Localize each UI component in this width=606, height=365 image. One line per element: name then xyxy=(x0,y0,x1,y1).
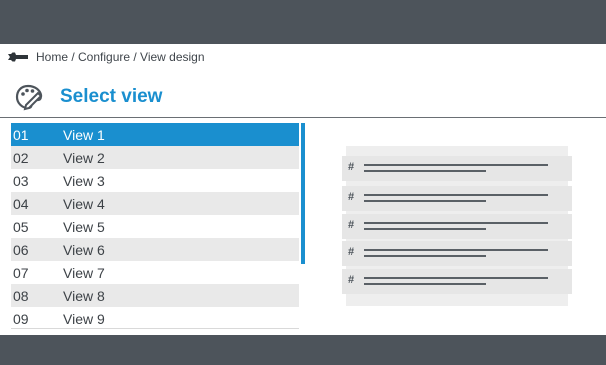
view-number: 03 xyxy=(13,172,29,189)
hash-icon: # xyxy=(348,161,355,173)
view-label: View 7 xyxy=(63,264,105,281)
view-item-1[interactable]: 01 View 1 xyxy=(11,123,299,146)
list-divider xyxy=(11,328,299,329)
view-label: View 1 xyxy=(63,126,105,143)
view-label: View 8 xyxy=(63,287,105,304)
breadcrumb-path[interactable]: Home / Configure / View design xyxy=(36,50,205,64)
view-preview: # # # # # xyxy=(342,146,572,306)
view-label: View 5 xyxy=(63,218,105,235)
page-title: Select view xyxy=(60,86,163,107)
top-bar xyxy=(0,0,606,44)
preview-line xyxy=(364,194,548,196)
view-item-5[interactable]: 05 View 5 xyxy=(11,215,299,238)
view-number: 02 xyxy=(13,149,29,166)
view-number: 04 xyxy=(13,195,29,212)
preview-line xyxy=(364,283,486,285)
hash-icon: # xyxy=(348,274,355,286)
view-number: 05 xyxy=(13,218,29,235)
view-design-icon xyxy=(15,84,43,111)
view-number: 09 xyxy=(13,310,29,327)
hash-icon: # xyxy=(348,191,355,203)
view-item-6[interactable]: 06 View 6 xyxy=(11,238,299,261)
view-label: View 9 xyxy=(63,310,105,327)
hash-icon: # xyxy=(348,219,355,231)
view-number: 06 xyxy=(13,241,29,258)
hash-icon: # xyxy=(348,246,355,258)
preview-row: # xyxy=(342,214,572,239)
page-header: Select view xyxy=(14,82,162,112)
breadcrumb: Home / Configure / View design xyxy=(8,50,205,64)
preview-line xyxy=(364,222,548,224)
preview-row: # xyxy=(342,241,572,266)
list-scrollbar[interactable] xyxy=(301,123,305,264)
preview-line xyxy=(364,277,548,279)
preview-row: # xyxy=(342,186,572,211)
wrench-icon xyxy=(8,52,28,62)
view-label: View 3 xyxy=(63,172,105,189)
view-number: 07 xyxy=(13,264,29,281)
preview-line xyxy=(364,164,548,166)
view-number: 01 xyxy=(13,126,29,143)
view-label: View 4 xyxy=(63,195,105,212)
view-item-2[interactable]: 02 View 2 xyxy=(11,146,299,169)
preview-line xyxy=(364,249,548,251)
header-divider xyxy=(0,117,606,118)
view-item-4[interactable]: 04 View 4 xyxy=(11,192,299,215)
view-item-3[interactable]: 03 View 3 xyxy=(11,169,299,192)
view-label: View 6 xyxy=(63,241,105,258)
view-label: View 2 xyxy=(63,149,105,166)
view-item-8[interactable]: 08 View 8 xyxy=(11,284,299,307)
view-number: 08 xyxy=(13,287,29,304)
view-item-9[interactable]: 09 View 9 xyxy=(11,307,299,330)
preview-line xyxy=(364,200,486,202)
bottom-bar xyxy=(0,335,606,365)
preview-line xyxy=(364,170,486,172)
preview-row: # xyxy=(342,269,572,294)
view-list: 01 View 1 02 View 2 03 View 3 04 View 4 … xyxy=(11,123,299,330)
preview-line xyxy=(364,255,486,257)
preview-line xyxy=(364,228,486,230)
preview-row: # xyxy=(342,156,572,181)
view-item-7[interactable]: 07 View 7 xyxy=(11,261,299,284)
